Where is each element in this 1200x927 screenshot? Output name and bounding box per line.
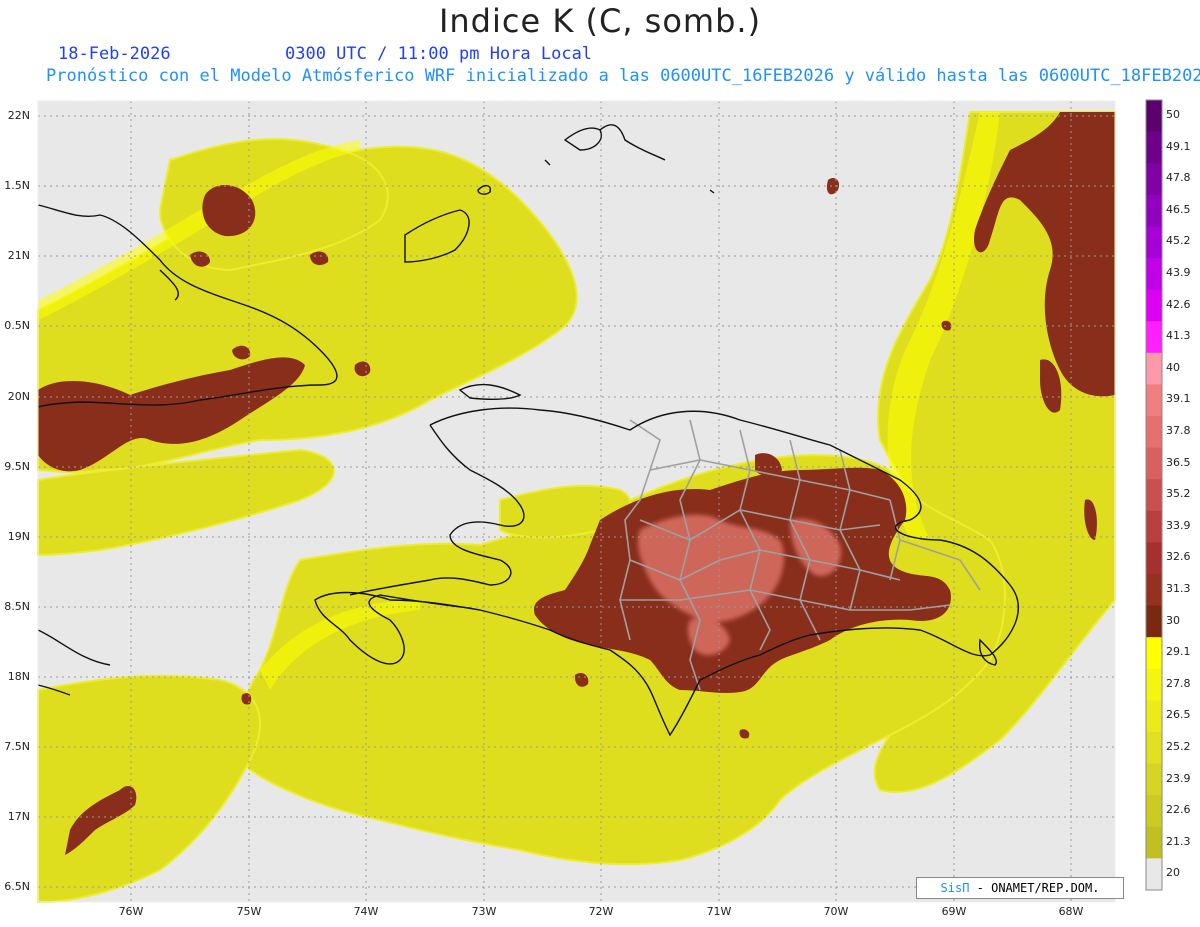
colorbar-label: 46.5 (1166, 202, 1191, 216)
lat-label: 7.5N (4, 740, 30, 753)
colorbar-label: 22.6 (1166, 803, 1191, 817)
colorbar-label: 42.6 (1166, 297, 1191, 311)
colorbar-swatch (1146, 700, 1162, 733)
colorbar-label: 35.2 (1166, 487, 1191, 501)
colorbar-swatch (1146, 384, 1162, 417)
colorbar-label: 32.6 (1166, 550, 1191, 564)
valid-date: 18-Feb-2026 (58, 44, 171, 64)
colorbar-swatch (1146, 321, 1162, 354)
colorbar-swatch (1146, 732, 1162, 765)
lat-label: 19N (7, 530, 30, 543)
colorbar-swatch (1146, 163, 1162, 196)
colorbar-swatch (1146, 289, 1162, 322)
colorbar-swatch (1146, 258, 1162, 291)
colorbar-label: 29.1 (1166, 645, 1191, 659)
colorbar-label: 40 (1166, 360, 1180, 374)
colorbar-swatch (1146, 194, 1162, 227)
lat-label: 17N (7, 810, 30, 823)
colorbar-label: 50 (1166, 108, 1180, 121)
colorbar-swatch (1146, 510, 1162, 543)
colorbar-label: 23.9 (1166, 771, 1191, 785)
colorbar-swatch (1146, 795, 1162, 828)
credit-box: SisΠ - ONAMET/REP.DOM. (916, 877, 1124, 899)
colorbar-label: 45.2 (1166, 234, 1191, 248)
forecast-description: Pronóstico con el Modelo Atmósferico WRF… (46, 66, 1200, 86)
colorbar-label: 31.3 (1166, 582, 1191, 595)
lat-label: 8.5N (4, 600, 30, 613)
colorbar-swatch (1146, 763, 1162, 796)
k-index-map (37, 99, 1163, 903)
lon-label: 69W (941, 905, 967, 918)
colorbar-label: 27.8 (1166, 676, 1191, 690)
credit-org: - ONAMET/REP.DOM. (976, 881, 1100, 895)
colorbar-label: 30 (1166, 613, 1180, 627)
colorbar-swatch (1146, 100, 1162, 133)
lon-label: 74W (353, 905, 379, 918)
valid-time: 0300 UTC / 11:00 pm Hora Local (285, 44, 593, 64)
colorbar (1145, 99, 1163, 891)
colorbar-label: 25.2 (1166, 740, 1191, 753)
lat-label: 0.5N (4, 319, 30, 332)
lat-label: 18N (7, 670, 30, 683)
lon-label: 73W (471, 905, 497, 918)
lon-label: 70W (823, 905, 849, 918)
colorbar-swatch (1146, 826, 1162, 859)
colorbar-label: 37.8 (1166, 424, 1191, 437)
map-title: Indice K (C, somb.) (438, 2, 762, 40)
lon-label: 75W (236, 905, 262, 918)
colorbar-swatch (1146, 352, 1162, 385)
lat-label: 20N (7, 390, 30, 403)
colorbar-label: 26.5 (1166, 708, 1191, 722)
lon-label: 71W (706, 905, 732, 918)
lat-label: 21N (7, 249, 30, 262)
lon-label: 68W (1058, 905, 1084, 918)
colorbar-label: 21.3 (1166, 834, 1191, 848)
colorbar-swatch (1146, 668, 1162, 701)
colorbar-swatch (1146, 858, 1162, 891)
credit-brand: SisΠ (940, 881, 970, 895)
lon-label: 72W (588, 905, 614, 918)
colorbar-swatch (1146, 542, 1162, 575)
colorbar-label: 36.5 (1166, 455, 1191, 469)
colorbar-label: 49.1 (1166, 139, 1191, 153)
colorbar-swatch (1146, 574, 1162, 607)
colorbar-label: 47.8 (1166, 171, 1191, 185)
lon-label: 76W (118, 905, 144, 918)
colorbar-label: 20 (1166, 866, 1180, 880)
colorbar-label: 33.9 (1166, 518, 1191, 532)
colorbar-swatch (1146, 226, 1162, 259)
colorbar-swatch (1146, 637, 1162, 670)
colorbar-label: 41.3 (1166, 329, 1191, 343)
lat-label: 9.5N (4, 460, 30, 473)
colorbar-label: 39.1 (1166, 392, 1191, 406)
lat-label: 6.5N (4, 880, 30, 893)
colorbar-swatch (1146, 416, 1162, 449)
lat-label: 22N (7, 109, 30, 122)
colorbar-swatch (1146, 479, 1162, 512)
colorbar-swatch (1146, 131, 1162, 164)
colorbar-swatch (1146, 447, 1162, 480)
colorbar-swatch (1146, 605, 1162, 638)
lat-label: 1.5N (4, 179, 30, 192)
colorbar-label: 43.9 (1166, 266, 1191, 279)
